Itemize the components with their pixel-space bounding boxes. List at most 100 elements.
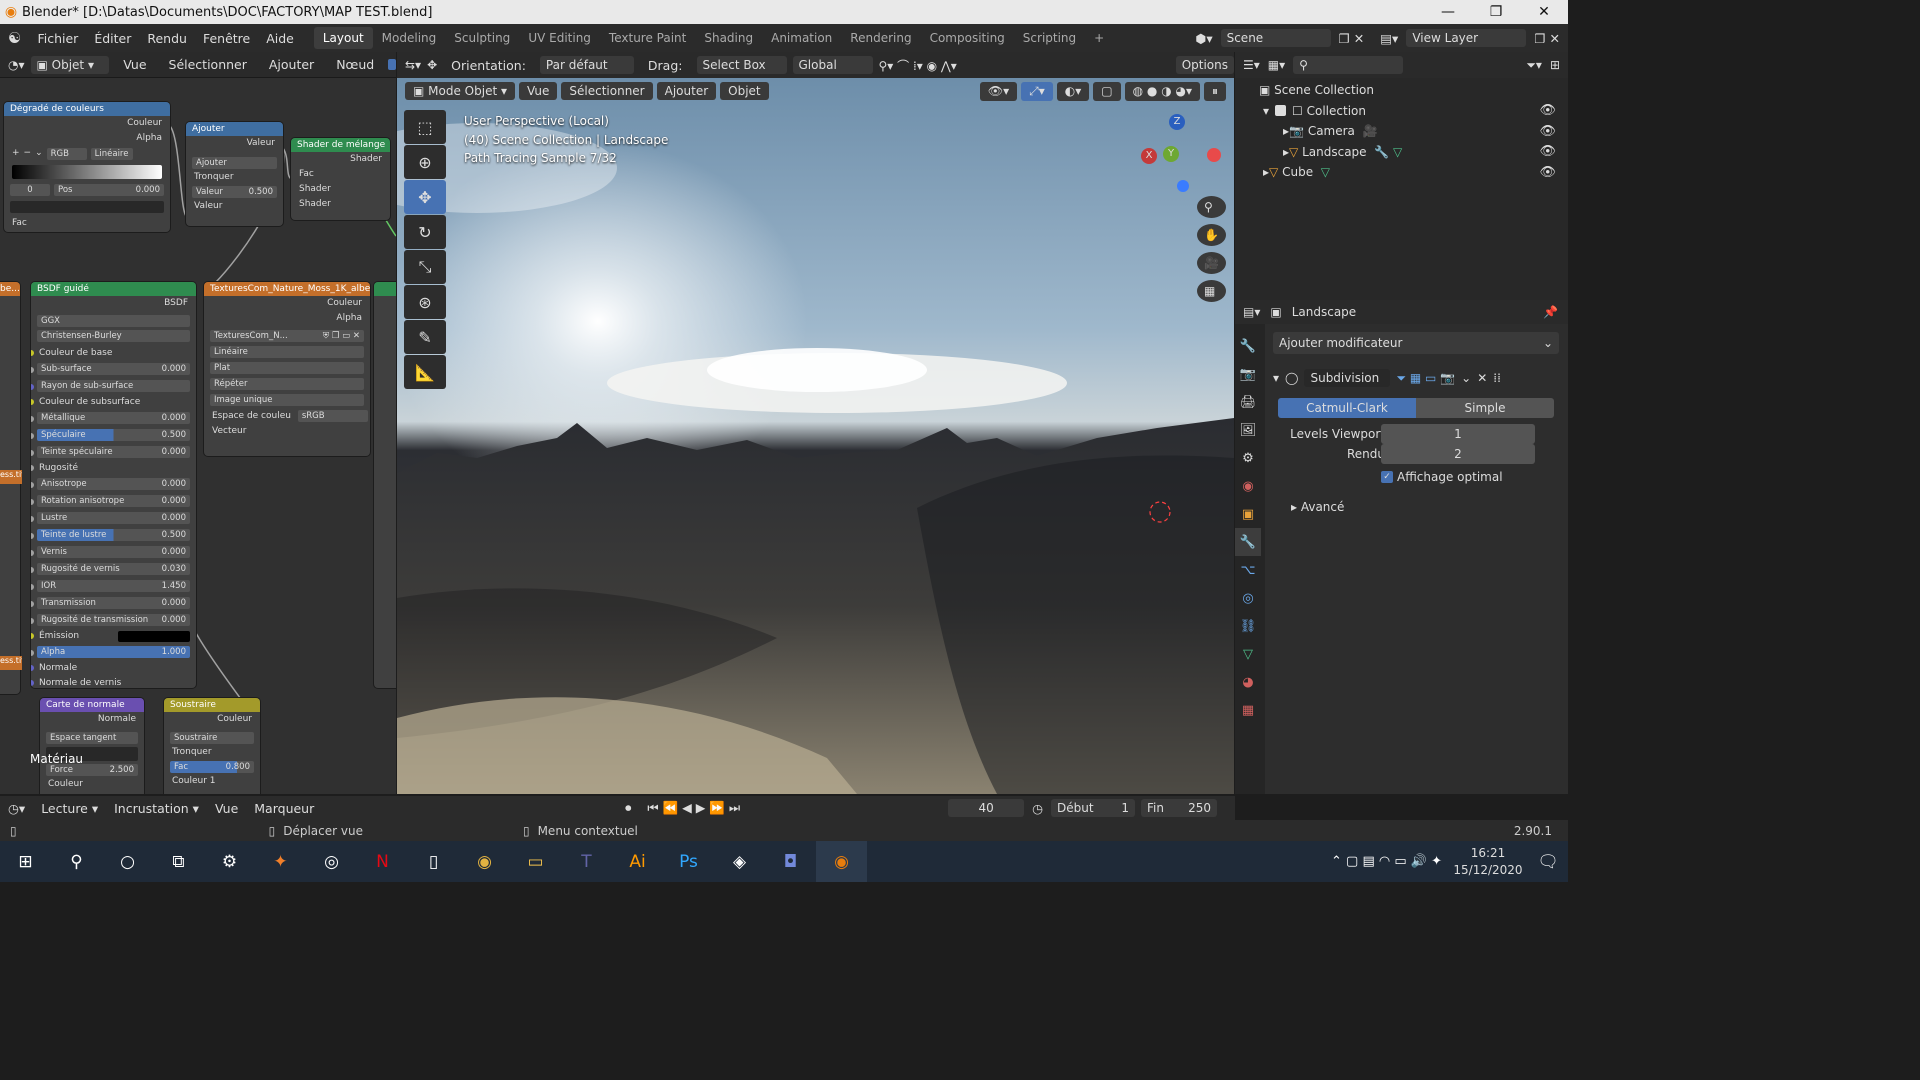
playback-controls-icon[interactable]: ⏮ ⏪ ◀ ▶ ⏩ ⏭ — [639, 800, 748, 816]
view-layer-copy-icon[interactable]: ❐ ✕ — [1526, 31, 1568, 46]
bsdf-input-row[interactable]: Normale de vernis — [31, 676, 196, 688]
input-socket[interactable] — [31, 499, 34, 505]
outliner-row-collection[interactable]: ▾ ☐ Collection 👁 — [1235, 101, 1568, 122]
visibility-icon[interactable]: 👁▾ — [979, 82, 1018, 101]
cortana-icon[interactable]: ○ — [102, 841, 153, 882]
node-principled-bsdf[interactable]: BSDF guidé BSDF GGX Christensen-Burley C… — [31, 282, 196, 688]
bsdf-input-field[interactable]: Spéculaire 0.500 — [37, 429, 190, 441]
clock[interactable]: 16:21 15/12/2020 — [1448, 845, 1528, 879]
outliner-row-scene-collection[interactable]: ▣ Scene Collection — [1235, 80, 1568, 101]
shader-type-dropdown[interactable]: ▣ Objet ▾ — [30, 55, 110, 74]
bsdf-input-row[interactable]: Anisotrope 0.000 — [31, 478, 196, 493]
camera-data-icon[interactable]: 🎥 — [1363, 124, 1378, 138]
bsdf-input-field[interactable]: Rugosité de vernis 0.030 — [37, 563, 190, 575]
transform-orientation-dropdown[interactable]: Global — [792, 56, 873, 74]
bsdf-input-field[interactable]: Rayon de sub-surface — [37, 380, 190, 392]
view-layer-selector[interactable]: View Layer — [1406, 29, 1527, 47]
bsdf-input-row[interactable]: Vernis 0.000 — [31, 546, 196, 561]
bsdf-input-row[interactable]: Rayon de sub-surface — [31, 380, 196, 395]
tab-shading[interactable]: Shading — [695, 27, 762, 49]
start-frame-field[interactable]: Début 1 — [1051, 799, 1135, 817]
node-offscreen-right[interactable] — [374, 282, 396, 688]
end-frame-field[interactable]: Fin 250 — [1141, 799, 1217, 817]
tab-texture-paint[interactable]: Texture Paint — [600, 27, 695, 49]
node-add[interactable]: Ajouter Valeur Ajouter Tronquer Valeur 0.… — [186, 122, 283, 226]
ramp-color-mode[interactable]: RGB — [46, 148, 87, 160]
ramp-interpolation[interactable]: Linéaire — [90, 148, 133, 160]
input-socket[interactable] — [31, 550, 34, 556]
texture-image-icons[interactable]: ⛨ ❐ ▭ ✕ — [323, 330, 360, 342]
bsdf-input-field[interactable]: IOR 1.450 — [37, 580, 190, 592]
scene-selector[interactable]: Scene — [1220, 29, 1331, 47]
3d-viewport[interactable]: ▣ Mode Objet ▾ Vue Sélectionner Ajouter … — [397, 78, 1234, 794]
timeline-menu-marqueur[interactable]: Marqueur — [246, 801, 322, 816]
search-icon[interactable]: ⚲ — [51, 841, 102, 882]
input-socket[interactable] — [31, 416, 34, 422]
tab-catmull-clark[interactable]: Catmull-Clark — [1278, 398, 1416, 418]
editor-type-icon[interactable]: ◔▾ — [8, 58, 25, 72]
bsdf-input-row[interactable]: Métallique 0.000 — [31, 412, 196, 427]
material-tab-icon[interactable]: ◕ — [1235, 668, 1261, 696]
input-socket[interactable] — [31, 450, 34, 456]
notification-icon[interactable]: 🗨 — [1528, 841, 1568, 882]
outliner-row-camera[interactable]: ▸ 📷 Camera 🎥 👁 — [1235, 121, 1568, 142]
texture-projection-dropdown[interactable]: Plat — [210, 362, 364, 374]
blender-taskbar-icon[interactable]: ◉ — [816, 841, 867, 882]
select-box-icon[interactable]: ⬚ — [404, 110, 446, 144]
ramp-stop-color[interactable] — [10, 201, 164, 213]
tab-sculpting[interactable]: Sculpting — [445, 27, 519, 49]
texture-image-selector[interactable]: TexturesCom_N... ⛨ ❐ ▭ ✕ — [210, 330, 364, 342]
outliner-filter-icon[interactable]: ⏷▾ — [1526, 58, 1542, 73]
eye-icon[interactable]: 👁 — [1539, 144, 1556, 159]
bsdf-input-row[interactable]: IOR 1.450 — [31, 580, 196, 595]
collection-expand-icon[interactable]: ▾ — [1263, 104, 1269, 118]
drag-dropdown[interactable]: Select Box — [696, 56, 787, 74]
shading-modes-icon[interactable]: ◍ ● ◑ ◕▾ — [1124, 82, 1200, 101]
overlay-toggle-icon[interactable]: ◐▾ — [1056, 82, 1090, 101]
bsdf-input-field[interactable]: Rugosité de transmission 0.000 — [37, 614, 190, 626]
bsdf-input-row[interactable]: Teinte spéculaire 0.000 — [31, 446, 196, 461]
bsdf-input-row[interactable]: Émission — [31, 629, 196, 644]
teams-icon[interactable]: T — [561, 841, 612, 882]
minimize-button[interactable]: — — [1424, 4, 1472, 20]
particles-tab-icon[interactable]: ⌥ — [1235, 556, 1261, 584]
bsdf-input-field[interactable]: Alpha 1.000 — [37, 646, 190, 658]
gizmo-neg-z-icon[interactable] — [1177, 180, 1189, 192]
pause-render-icon[interactable]: ⏸ — [1203, 82, 1226, 101]
ramp-stop-index[interactable]: 0 — [10, 184, 50, 196]
ramp-menu-icon[interactable]: ⌄ — [35, 148, 43, 160]
current-frame-field[interactable]: 40 — [948, 799, 1025, 817]
tab-layout[interactable]: Layout — [313, 27, 373, 49]
task-view-icon[interactable]: ⧉ — [153, 841, 204, 882]
modifier-tab-icon[interactable]: 🔧 — [1235, 528, 1261, 556]
maximize-button[interactable]: ❐ — [1472, 4, 1520, 20]
texture-tab-icon[interactable]: ▦ — [1235, 696, 1261, 724]
view-layer-tab-icon[interactable]: 🖼 — [1235, 416, 1261, 444]
optimal-display-row[interactable]: ✓ Affichage optimal — [1381, 470, 1503, 484]
cursor-icon[interactable]: ⊕ — [404, 145, 446, 179]
xray-icon[interactable]: ▢ — [1093, 82, 1121, 101]
navigation-gizmo[interactable]: Z X Y — [1141, 114, 1225, 198]
new-collection-icon[interactable]: ⊞ — [1550, 58, 1560, 72]
tab-compositing[interactable]: Compositing — [921, 27, 1014, 49]
gizmo-z-icon[interactable]: Z — [1169, 114, 1185, 130]
pin-icon[interactable]: 📌 — [1543, 305, 1558, 319]
record-icon[interactable]: ⏺ — [617, 800, 639, 816]
bsdf-input-row[interactable]: Rotation anisotrope 0.000 — [31, 495, 196, 510]
input-socket[interactable] — [31, 482, 34, 488]
add-operation-dropdown[interactable]: Ajouter — [192, 157, 277, 169]
add-workspace-button[interactable]: + — [1085, 27, 1113, 49]
scale-icon[interactable]: ⤡ — [404, 250, 446, 284]
system-tray-icons[interactable]: ⌃ ▢ ▤ ◠ ▭ 🔊 ✦ — [1325, 841, 1448, 882]
illustrator-icon[interactable]: Ai — [612, 841, 663, 882]
bsdf-input-field[interactable]: Transmission 0.000 — [37, 597, 190, 609]
texture-extension-dropdown[interactable]: Répéter — [210, 378, 364, 390]
add-clamp-checkbox[interactable]: Tronquer — [186, 170, 283, 185]
texture-colorspace-dropdown[interactable]: sRGB — [297, 410, 368, 422]
outliner-search-input[interactable]: ⚲ — [1293, 56, 1404, 74]
collection-checkbox[interactable] — [1275, 105, 1287, 117]
tab-modeling[interactable]: Modeling — [373, 27, 446, 49]
input-socket[interactable] — [31, 584, 34, 590]
bsdf-input-field[interactable]: Lustre 0.000 — [37, 512, 190, 524]
bsdf-input-row[interactable]: Sub-surface 0.000 — [31, 363, 196, 378]
